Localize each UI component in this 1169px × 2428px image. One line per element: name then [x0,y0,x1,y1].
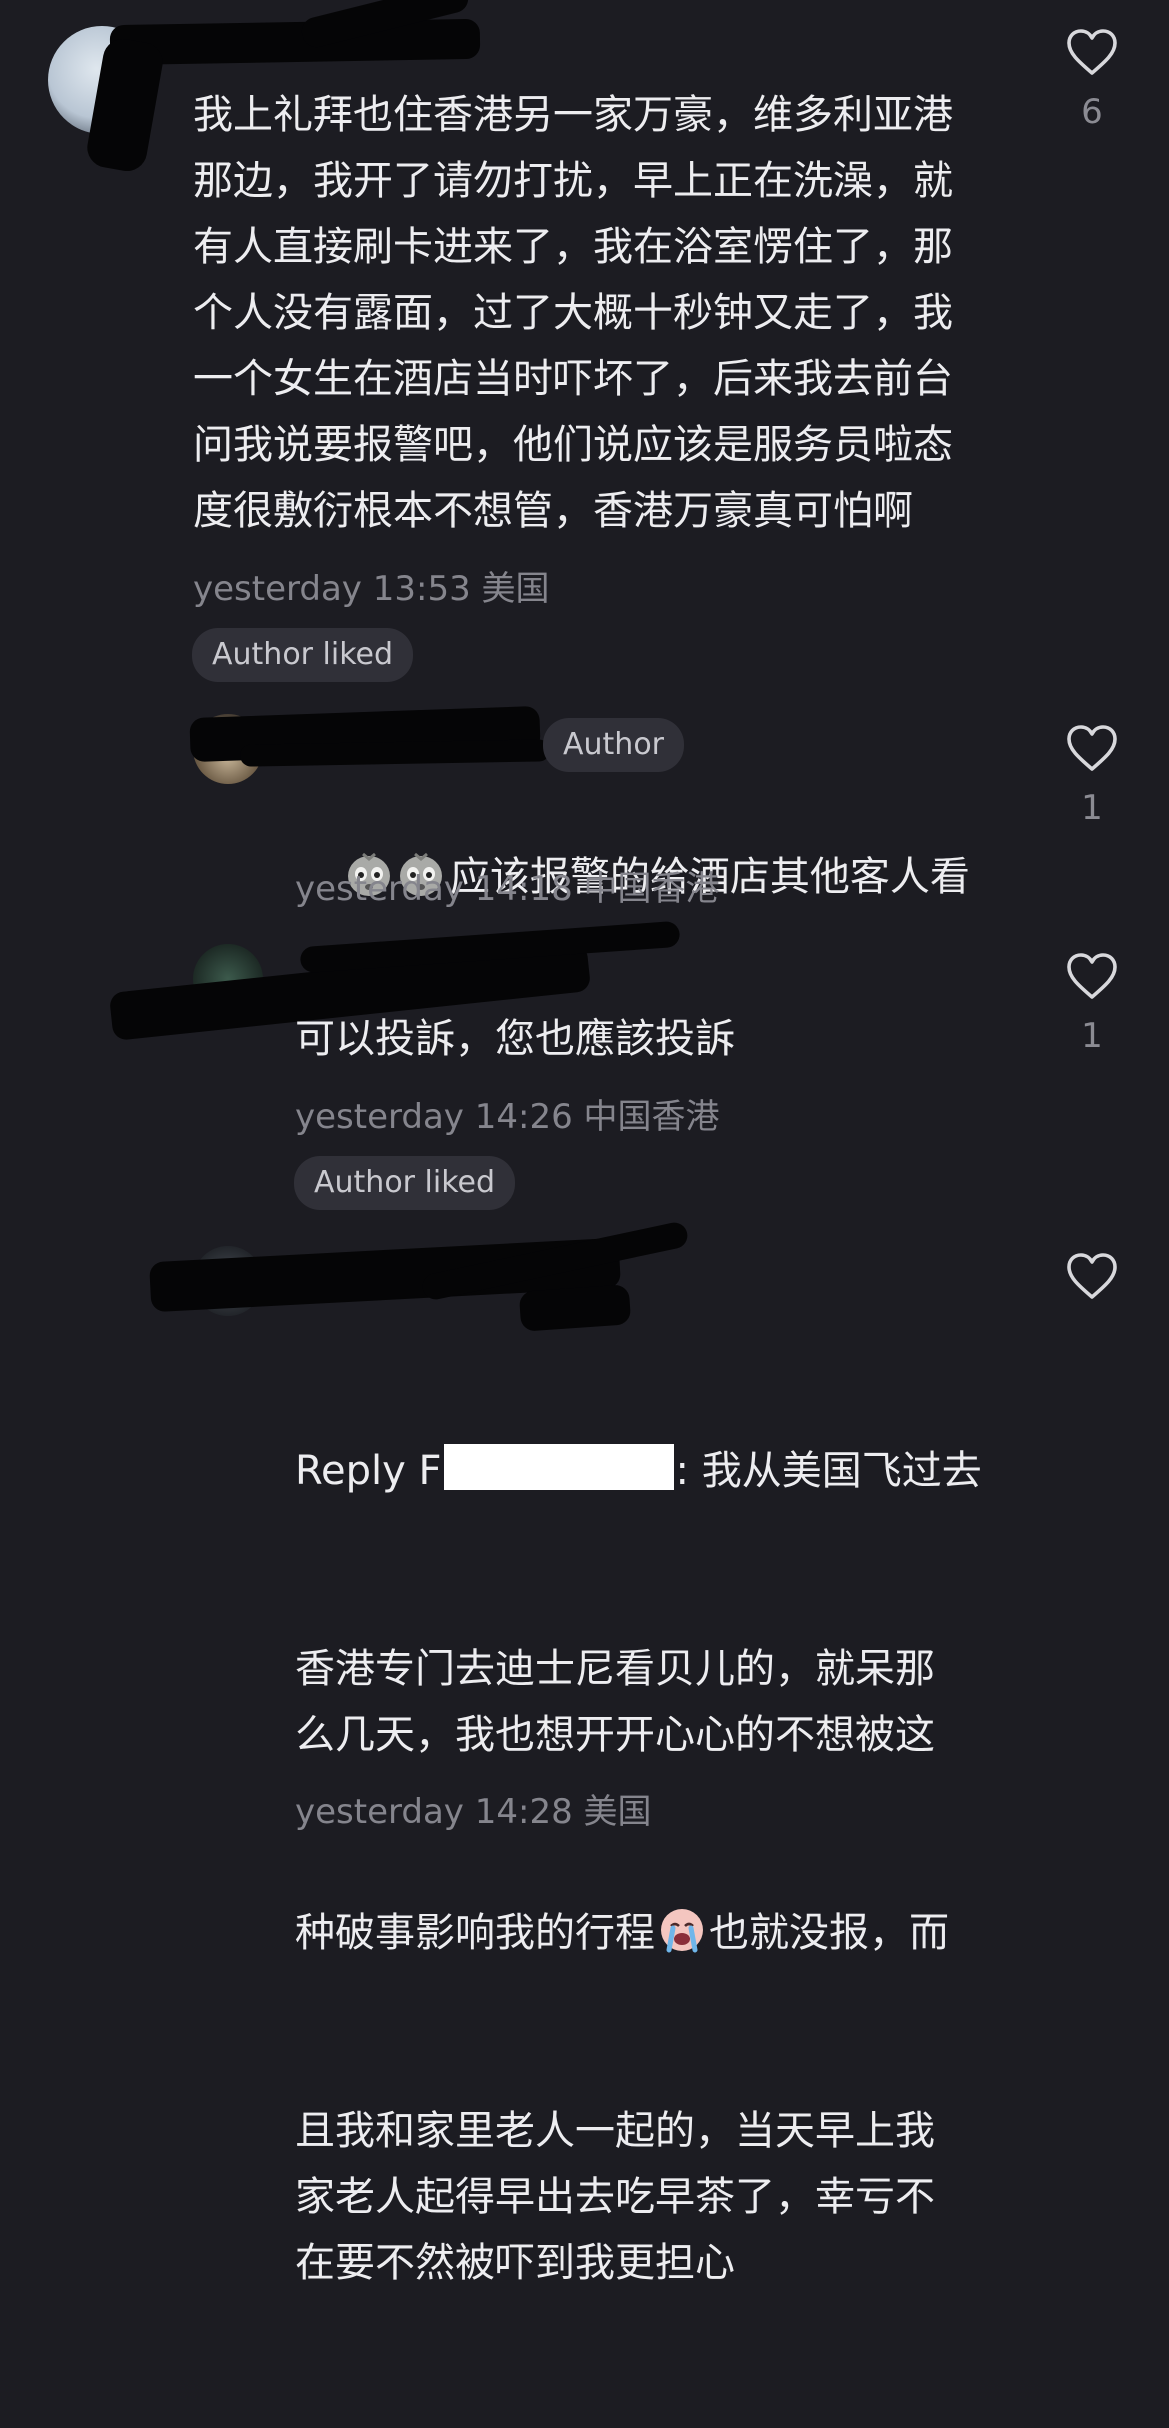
like-heart-icon[interactable] [1066,1252,1118,1300]
author-tag: Author [543,718,685,772]
author-liked-badge: Author liked [294,1156,516,1210]
redacted-username-stroke [239,739,551,767]
like-heart-icon[interactable] [1066,28,1118,76]
comment-timestamp: yesterday 14:26 中国香港 [295,1097,720,1137]
like-heart-icon[interactable] [1066,724,1118,772]
like-heart-icon[interactable] [1066,952,1118,1000]
reply-text-after-emoji: 也就没报，而 [709,1910,949,1956]
reply-text: Reply F : 我从美国飞过去 香港专门去迪士尼看贝儿的，就呆那 么几天，我也… [295,1306,1015,2428]
comment-timestamp: yesterday 14:28 美国 [295,1792,652,1832]
loudly-crying-face-icon [661,1909,703,1953]
like-count: 1 [1081,788,1103,828]
comment-timestamp: yesterday 14:18 中国香港 [295,869,720,909]
reply-text-line2: 香港专门去迪士尼看贝儿的，就呆那 么几天，我也想开开心心的不想被这 [295,1646,935,1758]
redacted-reply-target [443,1444,674,1490]
comment-text: 可以投訴，您也應該投訴 [295,1016,735,1062]
reply-emoji-line: 种破事影响我的行程 也就没报，而 [295,1900,1015,1966]
like-count: 6 [1081,92,1103,132]
comment-text: 我上礼拜也住香港另一家万豪，维多利亚港 那边，我开了请勿打扰，早上正在洗澡，就 … [193,92,953,534]
reply-first-line: Reply F : 我从美国飞过去 [295,1438,1015,1504]
comment-timestamp: yesterday 13:53 美国 [193,569,550,609]
reply-text-before-emoji: 种破事影响我的行程 [295,1910,655,1956]
redacted-username [109,18,481,66]
reply-text-rest: 且我和家里老人一起的，当天早上我 家老人起得早出去吃早茶了，幸亏不 在要不然被吓… [295,2108,935,2286]
like-count: 1 [1081,1016,1103,1056]
reply-prefix: Reply F [295,1448,442,1494]
reply-text-line1: : 我从美国飞过去 [675,1448,982,1494]
author-liked-badge: Author liked [192,628,414,682]
